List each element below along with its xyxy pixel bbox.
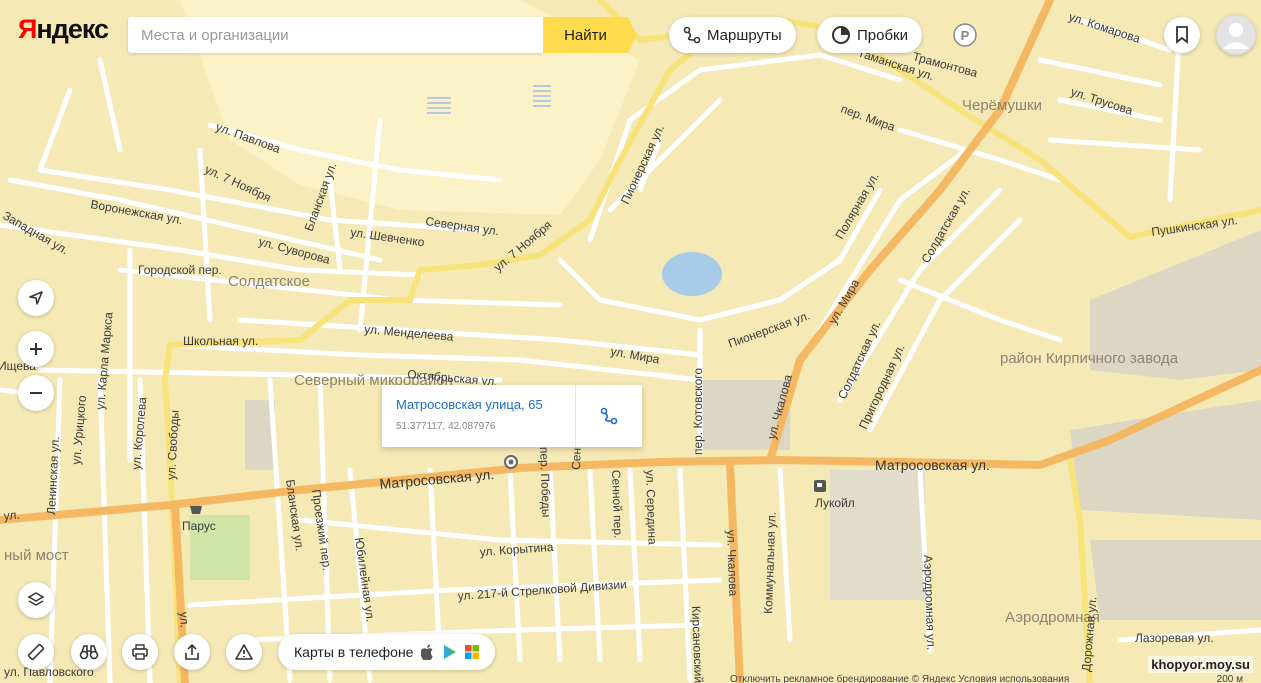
popup-info: Матросовская улица, 65 51.377117, 42.087… [382, 385, 576, 447]
popup-coordinates: 51.377117, 42.087976 [396, 421, 496, 432]
copyright-text[interactable]: Отключить рекламное брендирование © Янде… [730, 674, 1069, 683]
poi-lukoil[interactable]: Лукойл [815, 496, 855, 510]
street-label: пер. Победы [537, 447, 553, 518]
ruler-button[interactable] [18, 634, 54, 670]
poi-parus[interactable]: Парус [182, 519, 216, 533]
zoom-out-button[interactable] [18, 375, 54, 411]
street-label: Матросовская ул. [875, 457, 990, 473]
street-label: Городской пер. [138, 263, 222, 277]
route-icon [683, 26, 701, 44]
printer-icon [132, 644, 148, 660]
traffic-label: Пробки [857, 26, 908, 44]
street-label: Сенной пер. [609, 470, 625, 539]
popup-route-button[interactable] [576, 385, 642, 447]
layers-icon [27, 592, 45, 606]
warning-icon [235, 644, 253, 660]
parking-button[interactable]: P [947, 17, 983, 53]
map-scale: 200 м [1216, 674, 1243, 683]
district-cheremushki: Черёмушки [962, 97, 1042, 114]
street-label: ул. Середина [643, 470, 660, 546]
plus-icon [30, 343, 42, 355]
mobile-apps-button[interactable]: Карты в телефоне [278, 634, 496, 670]
route-icon [600, 407, 618, 425]
watermark: khopyor.moy.su [1148, 656, 1253, 673]
share-icon [185, 643, 199, 660]
address-popup: Матросовская улица, 65 51.377117, 42.087… [382, 385, 642, 447]
logo-rest: ндекс [36, 14, 109, 44]
street-label: ул. [3, 508, 20, 523]
zoom-in-button[interactable] [18, 331, 54, 367]
parking-letter: P [960, 27, 970, 43]
logo-first-letter: Я [18, 14, 37, 44]
district-kirpichny: район Кирпичного завода [1000, 350, 1179, 367]
map-canvas[interactable]: Солдатское Северный микрорайон Черёмушки… [0, 0, 1261, 683]
bookmark-icon [1176, 26, 1188, 44]
routes-label: Маршруты [707, 26, 782, 44]
minus-icon [30, 392, 42, 394]
panorama-button[interactable] [71, 634, 107, 670]
yandex-logo[interactable]: Яндекс [18, 14, 109, 45]
street-label: Школьная ул. [183, 334, 258, 348]
windows-icon [465, 645, 480, 659]
print-button[interactable] [122, 634, 158, 670]
location-pin-icon[interactable] [504, 455, 518, 469]
share-button[interactable] [174, 634, 210, 670]
street-label: пер. Котовского [691, 368, 705, 455]
street-label: Кирсановский [689, 606, 706, 683]
street-label: Лазоревая ул. [1135, 631, 1214, 645]
shop-icon[interactable] [190, 506, 202, 514]
ruler-icon [27, 643, 45, 661]
traffic-button[interactable]: Пробки [817, 17, 922, 53]
search-input[interactable] [128, 17, 543, 53]
mobile-apps-label: Карты в телефоне [294, 644, 414, 660]
avatar-icon [1217, 16, 1255, 54]
user-avatar[interactable] [1216, 15, 1256, 55]
report-error-button[interactable] [226, 634, 262, 670]
district-soldatskoe: Солдатское [228, 273, 310, 290]
fuel-icon[interactable] [814, 480, 826, 492]
navigation-arrow-icon [29, 291, 43, 305]
traffic-icon [832, 26, 850, 44]
district-most: ный мост [4, 547, 69, 564]
search-button[interactable]: Найти [543, 17, 636, 53]
geolocation-button[interactable] [18, 280, 54, 316]
binoculars-icon [79, 645, 99, 660]
search-bar: Найти [128, 17, 636, 53]
layers-button[interactable] [18, 582, 54, 618]
routes-button[interactable]: Маршруты [669, 17, 796, 53]
street-label: ул. Чкалова [724, 530, 740, 597]
bookmarks-button[interactable] [1164, 17, 1200, 53]
apple-icon [421, 644, 434, 660]
google-play-icon [444, 645, 457, 659]
street-label: ул. [177, 611, 192, 628]
popup-address-link[interactable]: Матросовская улица, 65 [396, 397, 561, 412]
lake [662, 252, 722, 296]
